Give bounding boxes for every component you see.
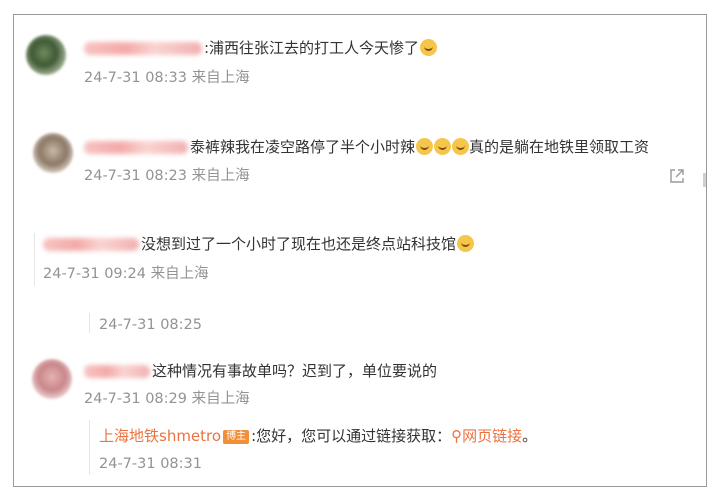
reply-thread-line [34, 233, 35, 286]
location: 来自上海 [191, 391, 250, 407]
username[interactable] [84, 42, 202, 55]
web-link-label: 网页链接 [462, 427, 523, 445]
crying-emoji-icon [420, 39, 438, 56]
laughing-cat-emoji-icon [434, 138, 452, 155]
official-account-name[interactable]: 上海地铁shmetro [99, 427, 221, 445]
comment-1-body: :浦西往张江去的打工人今天惨了 [84, 38, 438, 58]
scrollbar[interactable] [703, 173, 706, 187]
timestamp: 24-7-31 08:33 [84, 70, 187, 86]
link-icon: ⚲ [451, 427, 463, 445]
comment-3-body: 没想到过了一个小时了现在也还是终点站科技馆 [43, 234, 475, 254]
location: 来自上海 [191, 168, 250, 184]
location: 来自上海 [150, 266, 209, 282]
timestamp: 24-7-31 08:31 [99, 456, 202, 472]
laughing-cat-emoji-icon [452, 138, 470, 155]
web-link[interactable]: ⚲网页链接 [451, 427, 522, 445]
timestamp: 24-7-31 08:23 [84, 168, 187, 184]
comment-2-body: 泰裤辣我在凌空路停了半个小时辣 真的是躺在地铁里领取工资 [84, 137, 649, 157]
username[interactable] [84, 365, 150, 378]
avatar[interactable] [32, 359, 72, 399]
reply-thread-line [89, 313, 90, 333]
comment-text: 泰裤辣我在凌空路停了半个小时辣 [190, 138, 416, 156]
comment-2-meta: 24-7-31 08:23 来自上海 [84, 167, 250, 185]
timestamp: 24-7-31 09:24 [43, 266, 146, 282]
author-badge: 博主 [223, 430, 250, 444]
comment-text: 没想到过了一个小时了现在也还是终点站科技馆 [141, 235, 457, 253]
official-reply-body: 上海地铁shmetro 博主:您好，您可以通过链接获取：⚲网页链接。 [99, 426, 537, 446]
username[interactable] [84, 141, 188, 154]
comment-1-meta: 24-7-31 08:33 来自上海 [84, 69, 250, 87]
location: 来自上海 [191, 70, 250, 86]
avatar[interactable] [33, 133, 73, 173]
comment-text: :浦西往张江去的打工人今天惨了 [204, 39, 420, 57]
username[interactable] [43, 238, 139, 251]
reply-end: 。 [522, 427, 538, 445]
timestamp: 24-7-31 08:25 [99, 317, 202, 333]
laughing-cat-emoji-icon [416, 138, 434, 155]
reply-text: :您好，您可以通过链接获取： [251, 427, 452, 445]
comment-3-meta: 24-7-31 09:24 来自上海 [43, 265, 209, 283]
share-icon[interactable] [669, 168, 685, 184]
avatar[interactable] [26, 35, 66, 75]
crying-emoji-icon [457, 235, 475, 252]
comment-text: 这种情况有事故单吗？迟到了，单位要说的 [152, 362, 438, 380]
comment-5-meta: 24-7-31 08:29 来自上海 [84, 390, 250, 408]
comment-text-2: 真的是躺在地铁里领取工资 [469, 138, 650, 156]
comment-panel: :浦西往张江去的打工人今天惨了 24-7-31 08:33 来自上海 泰裤辣我在… [13, 14, 707, 487]
timestamp: 24-7-31 08:29 [84, 391, 187, 407]
comment-5-body: 这种情况有事故单吗？迟到了，单位要说的 [84, 361, 437, 381]
reply-thread-line [89, 420, 90, 475]
